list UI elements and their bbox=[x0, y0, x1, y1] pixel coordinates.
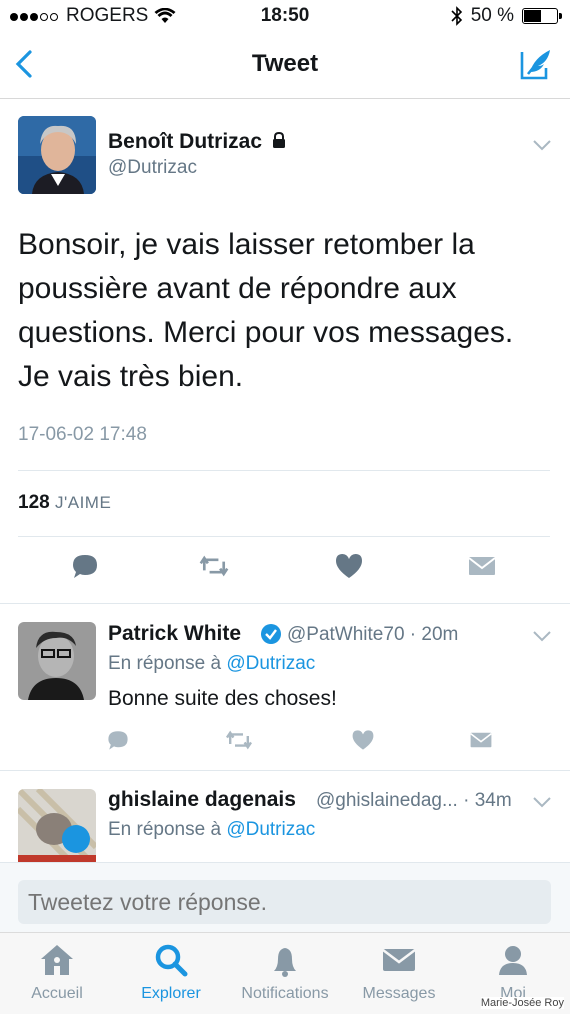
reply-tweet[interactable]: Patrick White @PatWhite70 · 20m En répon… bbox=[0, 604, 570, 770]
bell-icon bbox=[274, 948, 296, 977]
in-reply-to-link[interactable]: @Dutrizac bbox=[226, 653, 315, 674]
avatar[interactable] bbox=[18, 789, 96, 862]
divider bbox=[18, 470, 550, 471]
envelope-icon[interactable] bbox=[467, 551, 497, 581]
in-reply-prefix: En réponse à bbox=[108, 819, 222, 840]
verified-badge-icon bbox=[261, 624, 281, 644]
tab-messages[interactable]: Messages bbox=[342, 941, 456, 1003]
envelope-icon[interactable] bbox=[468, 728, 494, 752]
nav-bar: Tweet bbox=[0, 32, 570, 99]
avatar[interactable] bbox=[18, 622, 96, 700]
reply-actions bbox=[0, 728, 570, 768]
page-title: Tweet bbox=[251, 50, 319, 77]
avatar-photo bbox=[18, 116, 96, 194]
reply-handle-time[interactable]: @PatWhite70 · 20m bbox=[287, 624, 458, 646]
retweet-icon[interactable] bbox=[225, 728, 253, 752]
avatar-photo bbox=[18, 789, 96, 862]
heart-icon[interactable] bbox=[334, 551, 364, 581]
tweet-timestamp: 17-06-02 17:48 bbox=[18, 424, 147, 445]
lock-icon bbox=[272, 131, 285, 148]
likes-label: J'AIME bbox=[54, 493, 112, 512]
tab-notifications[interactable]: Notifications bbox=[228, 941, 342, 1003]
search-icon bbox=[155, 944, 188, 977]
author-name-text: Benoît Dutrizac bbox=[108, 130, 263, 153]
tab-label: Messages bbox=[362, 985, 436, 1002]
in-reply-to-link[interactable]: @Dutrizac bbox=[226, 819, 315, 840]
avatar-photo bbox=[18, 622, 96, 700]
author-handle[interactable]: @Dutrizac bbox=[108, 157, 197, 179]
divider bbox=[18, 536, 550, 537]
tab-home[interactable]: Accueil bbox=[0, 941, 114, 1003]
chevron-down-icon[interactable] bbox=[532, 630, 552, 642]
in-reply-prefix: En réponse à bbox=[108, 653, 222, 674]
envelope-icon bbox=[382, 949, 416, 971]
bluetooth-icon bbox=[451, 6, 462, 26]
reply-tweet[interactable]: ghislaine dagenais @ghislainedag... · 34… bbox=[0, 771, 570, 862]
heart-icon[interactable] bbox=[351, 728, 375, 752]
chevron-down-icon[interactable] bbox=[532, 796, 552, 808]
reply-text: Bonne suite des choses! bbox=[108, 687, 337, 710]
battery-icon bbox=[522, 8, 562, 24]
in-reply-to: En réponse à @Dutrizac bbox=[108, 819, 315, 841]
reply-composer bbox=[0, 862, 570, 933]
likes-count[interactable]: 128 J'AIME bbox=[18, 492, 111, 514]
person-icon bbox=[499, 946, 527, 975]
home-icon bbox=[41, 945, 73, 975]
reply-input[interactable] bbox=[18, 880, 551, 924]
chevron-down-icon[interactable] bbox=[532, 139, 552, 151]
reply-author-name[interactable]: Patrick White bbox=[108, 622, 241, 646]
reply-icon[interactable] bbox=[70, 551, 100, 581]
tab-explore[interactable]: Explorer bbox=[114, 941, 228, 1003]
avatar[interactable] bbox=[18, 116, 96, 194]
retweet-icon[interactable] bbox=[199, 551, 229, 581]
reply-icon[interactable] bbox=[106, 728, 130, 752]
battery-percent: 50 % bbox=[470, 5, 514, 26]
tab-me[interactable]: Moi bbox=[456, 941, 570, 1003]
in-reply-to: En réponse à @Dutrizac bbox=[108, 653, 315, 675]
photo-credit: Marie-Josée Roy bbox=[480, 997, 564, 1009]
compose-tweet-icon[interactable] bbox=[516, 44, 556, 84]
tweet-text: Bonsoir, je vais laisser retomber la pou… bbox=[18, 228, 514, 393]
tab-label: Accueil bbox=[31, 985, 83, 1002]
tweet-actions bbox=[0, 551, 570, 591]
status-bar: ROGERS 18:50 50 % bbox=[0, 0, 570, 32]
likes-number: 128 bbox=[18, 492, 50, 513]
reply-author-name[interactable]: ghislaine dagenais bbox=[108, 788, 296, 812]
reply-handle-time[interactable]: @ghislainedag... · 34m bbox=[316, 790, 512, 812]
tab-label: Explorer bbox=[141, 985, 201, 1002]
tab-label: Notifications bbox=[241, 985, 329, 1002]
author-name[interactable]: Benoît Dutrizac bbox=[108, 130, 286, 154]
battery-group: 50 % bbox=[451, 5, 562, 27]
